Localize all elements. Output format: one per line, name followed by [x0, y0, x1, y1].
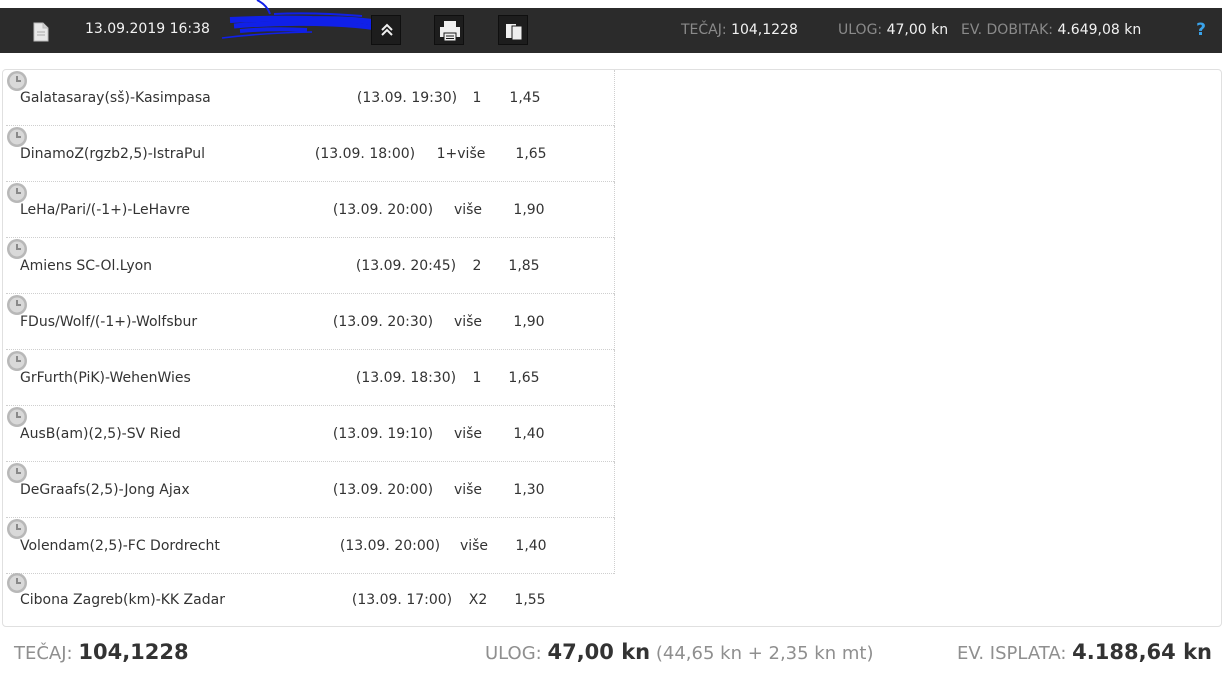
- footer-ulog-label: ULOG:: [485, 643, 542, 664]
- bet-time: (13.09. 20:45): [355, 258, 457, 274]
- bet-match: Volendam(2,5)-FC Dordrecht: [20, 538, 220, 554]
- bet-tip: X2: [468, 592, 488, 608]
- clock-icon[interactable]: [6, 126, 28, 148]
- bet-match: GrFurth(PiK)-WehenWies: [20, 370, 191, 386]
- bet-odd: 1,65: [508, 370, 540, 386]
- header-dobitak-value: 4.649,08 kn: [1057, 22, 1142, 38]
- bet-row: Volendam(2,5)-FC Dordrecht (13.09. 20:00…: [6, 518, 615, 574]
- bet-match: FDus/Wolf/(-1+)-Wolfsbur: [20, 314, 198, 330]
- bet-odd: 1,40: [515, 538, 547, 554]
- bet-match: AusB(am)(2,5)-SV Ried: [20, 426, 181, 442]
- bet-tip: više: [453, 426, 483, 442]
- bet-odd: 1,65: [515, 146, 547, 162]
- ticket-footer: TEČAJ: 104,1228 ULOG: 47,00 kn (44,65 kn…: [0, 640, 1224, 670]
- bet-row: LeHa/Pari/(-1+)-LeHavre (13.09. 20:00) v…: [6, 182, 615, 238]
- help-button[interactable]: ?: [1190, 18, 1212, 42]
- bet-row: FDus/Wolf/(-1+)-Wolfsbur (13.09. 20:30) …: [6, 294, 615, 350]
- bet-row: GrFurth(PiK)-WehenWies (13.09. 18:30) 1 …: [6, 350, 615, 406]
- collapse-button[interactable]: [371, 15, 401, 45]
- header-ulog: ULOG: 47,00 kn: [838, 22, 948, 38]
- redaction-scribble: [221, 0, 378, 39]
- header-ulog-value: 47,00 kn: [886, 22, 949, 38]
- bet-row: DinamoZ(rgzb2,5)-IstraPul (13.09. 18:00)…: [6, 126, 615, 182]
- footer-tecaj-label: TEČAJ:: [14, 643, 73, 664]
- clock-icon[interactable]: [6, 462, 28, 484]
- bet-odd: 1,55: [514, 592, 546, 608]
- bet-time: (13.09. 19:30): [356, 90, 458, 106]
- clock-icon[interactable]: [6, 350, 28, 372]
- header-dobitak: EV. DOBITAK: 4.649,08 kn: [961, 22, 1141, 38]
- bet-odd: 1,40: [513, 426, 545, 442]
- bet-row: DeGraafs(2,5)-Jong Ajax (13.09. 20:00) v…: [6, 462, 615, 518]
- clock-icon[interactable]: [6, 238, 28, 260]
- bet-time: (13.09. 18:00): [314, 146, 416, 162]
- bet-time: (13.09. 20:00): [332, 202, 434, 218]
- bet-match: Galatasaray(sš)-Kasimpasa: [20, 90, 211, 106]
- bet-time: (13.09. 20:30): [332, 314, 434, 330]
- bet-tip: 1: [472, 90, 482, 106]
- bet-tip: 2: [472, 258, 482, 274]
- bet-tip: više: [453, 314, 483, 330]
- ticket-header-bar: 13.09.2019 16:38 TEČAJ: 104,1228 ULOG: 4…: [0, 0, 1222, 53]
- bet-row: Cibona Zagreb(km)-KK Zadar (13.09. 17:00…: [6, 572, 615, 628]
- bet-row: AusB(am)(2,5)-SV Ried (13.09. 19:10) viš…: [6, 406, 615, 462]
- header-tecaj: TEČAJ: 104,1228: [681, 22, 798, 38]
- bet-odd: 1,30: [513, 482, 545, 498]
- bet-tip: 1: [472, 370, 482, 386]
- header-tecaj-label: TEČAJ:: [681, 22, 727, 38]
- document-icon[interactable]: [33, 22, 49, 42]
- chevron-up-icon: [381, 23, 393, 36]
- bet-tip: više: [459, 538, 489, 554]
- bet-odd: 1,90: [513, 202, 545, 218]
- footer-isplata-label: EV. ISPLATA:: [956, 643, 1067, 664]
- bet-match: Cibona Zagreb(km)-KK Zadar: [20, 592, 225, 608]
- bet-list-panel: Galatasaray(sš)-Kasimpasa (13.09. 19:30)…: [2, 69, 1222, 627]
- bet-time: (13.09. 19:10): [332, 426, 434, 442]
- bet-time: (13.09. 20:00): [339, 538, 441, 554]
- header-tecaj-value: 104,1228: [731, 22, 798, 38]
- bet-time: (13.09. 20:00): [332, 482, 434, 498]
- clock-icon[interactable]: [6, 70, 28, 92]
- clock-icon[interactable]: [6, 294, 28, 316]
- header-ulog-label: ULOG:: [838, 22, 883, 38]
- footer-isplata-value: 4.188,64 kn: [1072, 640, 1212, 664]
- bet-match: DinamoZ(rgzb2,5)-IstraPul: [20, 146, 205, 162]
- header-dobitak-label: EV. DOBITAK:: [961, 22, 1053, 38]
- ticket-date: 13.09.2019 16:38: [85, 21, 210, 37]
- footer-ulog-value: 47,00 kn: [547, 640, 651, 664]
- clock-icon[interactable]: [6, 572, 28, 594]
- bet-row: Galatasaray(sš)-Kasimpasa (13.09. 19:30)…: [6, 70, 615, 126]
- bet-match: DeGraafs(2,5)-Jong Ajax: [20, 482, 190, 498]
- bet-time: (13.09. 18:30): [355, 370, 457, 386]
- footer-ulog: ULOG: 47,00 kn (44,65 kn + 2,35 kn mt): [485, 640, 873, 664]
- footer-isplata: EV. ISPLATA: 4.188,64 kn: [957, 640, 1212, 664]
- copy-icon: [506, 24, 523, 41]
- print-button[interactable]: [434, 15, 464, 45]
- footer-tecaj: TEČAJ: 104,1228: [14, 640, 189, 664]
- clock-icon[interactable]: [6, 406, 28, 428]
- bet-match: LeHa/Pari/(-1+)-LeHavre: [20, 202, 191, 218]
- bet-time: (13.09. 17:00): [351, 592, 453, 608]
- bet-odd: 1,85: [508, 258, 540, 274]
- footer-tecaj-value: 104,1228: [78, 640, 189, 664]
- footer-ulog-breakdown: (44,65 kn + 2,35 kn mt): [655, 643, 874, 664]
- bet-tip: 1+više: [436, 146, 486, 162]
- printer-icon: [440, 21, 460, 42]
- bet-tip: više: [453, 482, 483, 498]
- bet-tip: više: [453, 202, 483, 218]
- bet-odd: 1,45: [509, 90, 541, 106]
- bet-odd: 1,90: [513, 314, 545, 330]
- clock-icon[interactable]: [6, 518, 28, 540]
- bet-row: Amiens SC-Ol.Lyon (13.09. 20:45) 2 1,85: [6, 238, 615, 294]
- bet-match: Amiens SC-Ol.Lyon: [20, 258, 153, 274]
- clock-icon[interactable]: [6, 182, 28, 204]
- copy-button[interactable]: [498, 15, 528, 45]
